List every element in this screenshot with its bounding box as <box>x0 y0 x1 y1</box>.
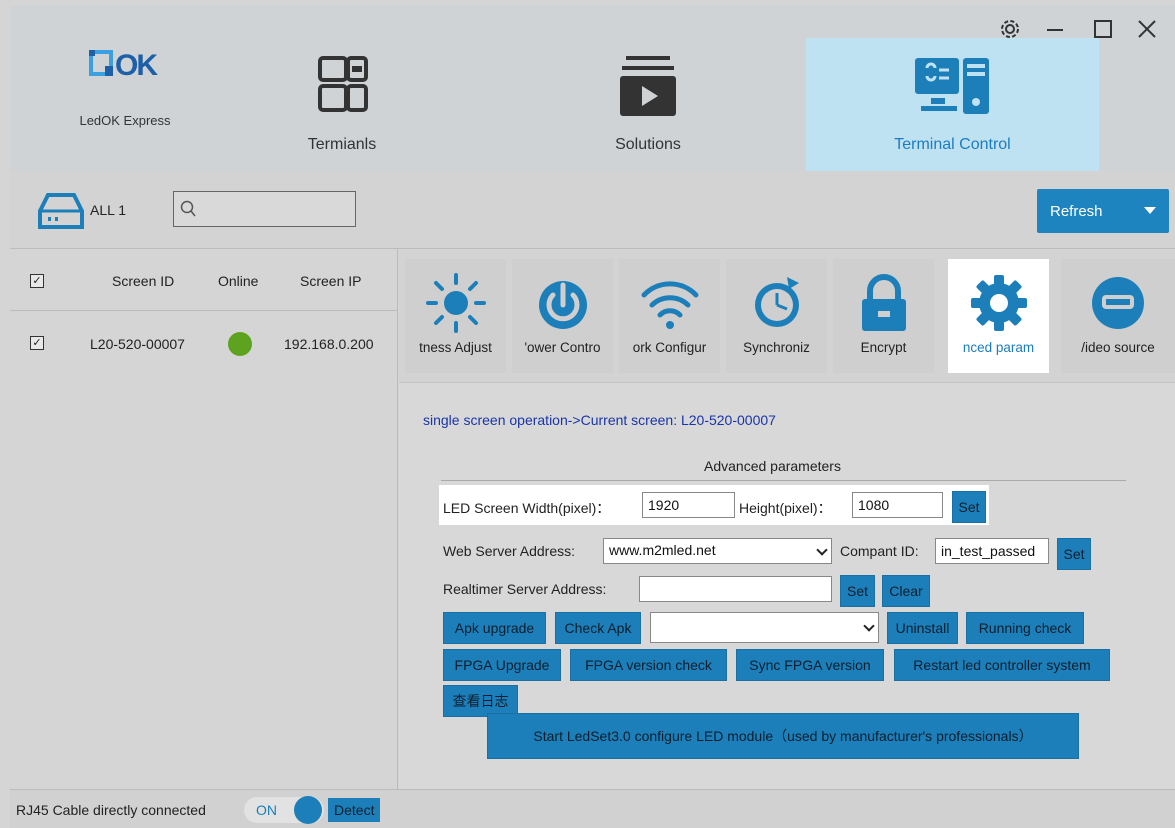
uninstall-button[interactable]: Uninstall <box>887 612 958 644</box>
restart-controller-button[interactable]: Restart led controller system <box>894 649 1110 681</box>
web-server-label: Web Server Address: <box>443 543 576 559</box>
running-check-button[interactable]: Running check <box>966 612 1084 644</box>
device-list-panel: ✓ Screen ID Online Screen IP ✓ L20-520-0… <box>10 249 398 789</box>
breadcrumb: single screen operation->Current screen:… <box>423 412 776 428</box>
toolbar: ALL 1 Refresh <box>10 171 1175 249</box>
check-apk-button[interactable]: Check Apk <box>555 612 641 644</box>
cell-screen-ip: 192.168.0.200 <box>284 336 374 352</box>
chevron-down-icon <box>863 620 875 632</box>
refresh-label: Refresh <box>1050 202 1103 220</box>
logo-text: OK <box>115 49 158 82</box>
wifi-icon <box>641 281 698 329</box>
sync-fpga-version-button[interactable]: Sync FPGA version <box>736 649 884 681</box>
all-count-label: ALL 1 <box>90 202 127 218</box>
company-id-input[interactable] <box>935 538 1049 564</box>
tab-terminals[interactable]: Termianls <box>242 38 442 171</box>
tile-power-control[interactable]: 'ower Contro <box>512 259 613 373</box>
set-company-id-button[interactable]: Set <box>1057 538 1091 570</box>
tile-label: /ideo source <box>1081 340 1155 355</box>
app-header: OK LedOK Express Termianls Solutions Ter… <box>10 6 1175 171</box>
power-icon <box>538 281 587 329</box>
app-name: LedOK Express <box>79 113 171 128</box>
tile-label: Encrypt <box>860 340 907 355</box>
detect-button[interactable]: Detect <box>328 798 381 822</box>
online-status-icon <box>228 332 252 356</box>
toggle-knob <box>294 796 322 824</box>
terminals-icon <box>318 56 368 112</box>
column-screen-ip: Screen IP <box>300 273 362 289</box>
tile-label: ork Configur <box>632 340 707 355</box>
solutions-icon <box>620 56 676 116</box>
logo-icon: OK <box>89 49 160 82</box>
maximize-icon[interactable] <box>1088 18 1118 46</box>
tab-terminals-label: Termianls <box>307 136 377 153</box>
search-icon <box>180 200 196 217</box>
search-input[interactable] <box>200 194 350 224</box>
tile-label: nced param <box>962 340 1035 355</box>
start-ledset-button[interactable]: Start LedSet3.0 configure LED module（use… <box>487 713 1079 759</box>
tile-label: tness Adjust <box>419 340 492 355</box>
advanced-parameters-panel: single screen operation->Current screen:… <box>399 382 1175 789</box>
tile-network-configuration[interactable]: ork Configur <box>619 259 720 373</box>
divider <box>441 480 1126 481</box>
chevron-down-icon[interactable] <box>1144 207 1156 214</box>
tile-label: 'ower Contro <box>524 340 601 355</box>
refresh-button[interactable]: Refresh <box>1037 189 1169 233</box>
control-panel: tness Adjust 'ower Contro ork Configur S… <box>399 249 1175 789</box>
gear-icon <box>970 275 1027 331</box>
chevron-down-icon <box>816 544 828 556</box>
realtimer-label: Realtimer Server Address: <box>443 581 607 597</box>
fpga-version-check-button[interactable]: FPGA version check <box>570 649 727 681</box>
row-checkbox[interactable]: ✓ <box>30 336 44 350</box>
tile-synchronization[interactable]: Synchroniz <box>726 259 827 373</box>
tab-terminal-control[interactable]: Terminal Control <box>806 38 1099 171</box>
clear-button[interactable]: Clear <box>882 575 930 607</box>
tab-solutions-label: Solutions <box>615 136 681 153</box>
company-id-label: Compant ID: <box>840 543 919 559</box>
toggle-label: ON <box>256 802 277 818</box>
set-size-button[interactable]: Set <box>952 491 986 523</box>
cell-screen-id: L20-520-00007 <box>90 336 185 352</box>
tile-advanced-parameters[interactable]: nced param <box>948 259 1049 373</box>
terminal-control-icon <box>914 58 989 114</box>
connection-toggle[interactable]: ON <box>244 796 324 824</box>
web-server-select[interactable]: www.m2mled.net <box>603 538 832 564</box>
apk-upgrade-button[interactable]: Apk upgrade <box>443 612 546 644</box>
tile-brightness-adjust[interactable]: tness Adjust <box>405 259 506 373</box>
tile-label: Synchroniz <box>743 340 810 355</box>
width-input[interactable] <box>642 492 735 518</box>
select-all-checkbox[interactable]: ✓ <box>30 274 44 288</box>
settings-icon[interactable] <box>995 18 1025 46</box>
section-title: Advanced parameters <box>704 458 841 474</box>
device-list-header: ✓ Screen ID Online Screen IP <box>10 249 398 311</box>
height-input[interactable] <box>852 492 943 518</box>
column-online: Online <box>218 273 259 289</box>
logo-mark: OK <box>60 46 190 91</box>
apk-select[interactable] <box>650 612 879 643</box>
screen-size-row: LED Screen Width(pixel)： Height(pixel)： … <box>439 485 989 525</box>
column-screen-id: Screen ID <box>112 273 175 289</box>
clock-sync-icon <box>754 277 799 327</box>
connection-status-text: RJ45 Cable directly connected <box>16 802 206 818</box>
lock-icon <box>861 274 906 331</box>
fpga-upgrade-button[interactable]: FPGA Upgrade <box>443 649 561 681</box>
brightness-icon <box>425 273 486 333</box>
video-source-icon <box>1092 277 1144 329</box>
set-realtimer-button[interactable]: Set <box>840 575 875 607</box>
width-label: LED Screen Width(pixel)： <box>443 500 611 516</box>
height-label: Height(pixel)： <box>739 500 832 516</box>
close-icon[interactable] <box>1132 18 1162 46</box>
search-box[interactable] <box>173 191 356 227</box>
status-bar: RJ45 Cable directly connected ON Detect <box>10 789 1175 828</box>
tab-solutions[interactable]: Solutions <box>548 38 748 171</box>
tile-encrypt[interactable]: Encrypt <box>833 259 934 373</box>
app-logo: OK LedOK Express <box>60 46 190 128</box>
router-icon[interactable] <box>38 191 84 231</box>
table-row[interactable]: ✓ L20-520-00007 192.168.0.200 <box>10 312 398 374</box>
realtimer-input[interactable] <box>639 576 832 602</box>
tab-terminal-control-label: Terminal Control <box>894 136 1011 153</box>
minimize-icon[interactable] <box>1040 18 1070 46</box>
tile-video-source[interactable]: /ideo source <box>1061 259 1175 373</box>
web-server-value: www.m2mled.net <box>609 542 716 558</box>
